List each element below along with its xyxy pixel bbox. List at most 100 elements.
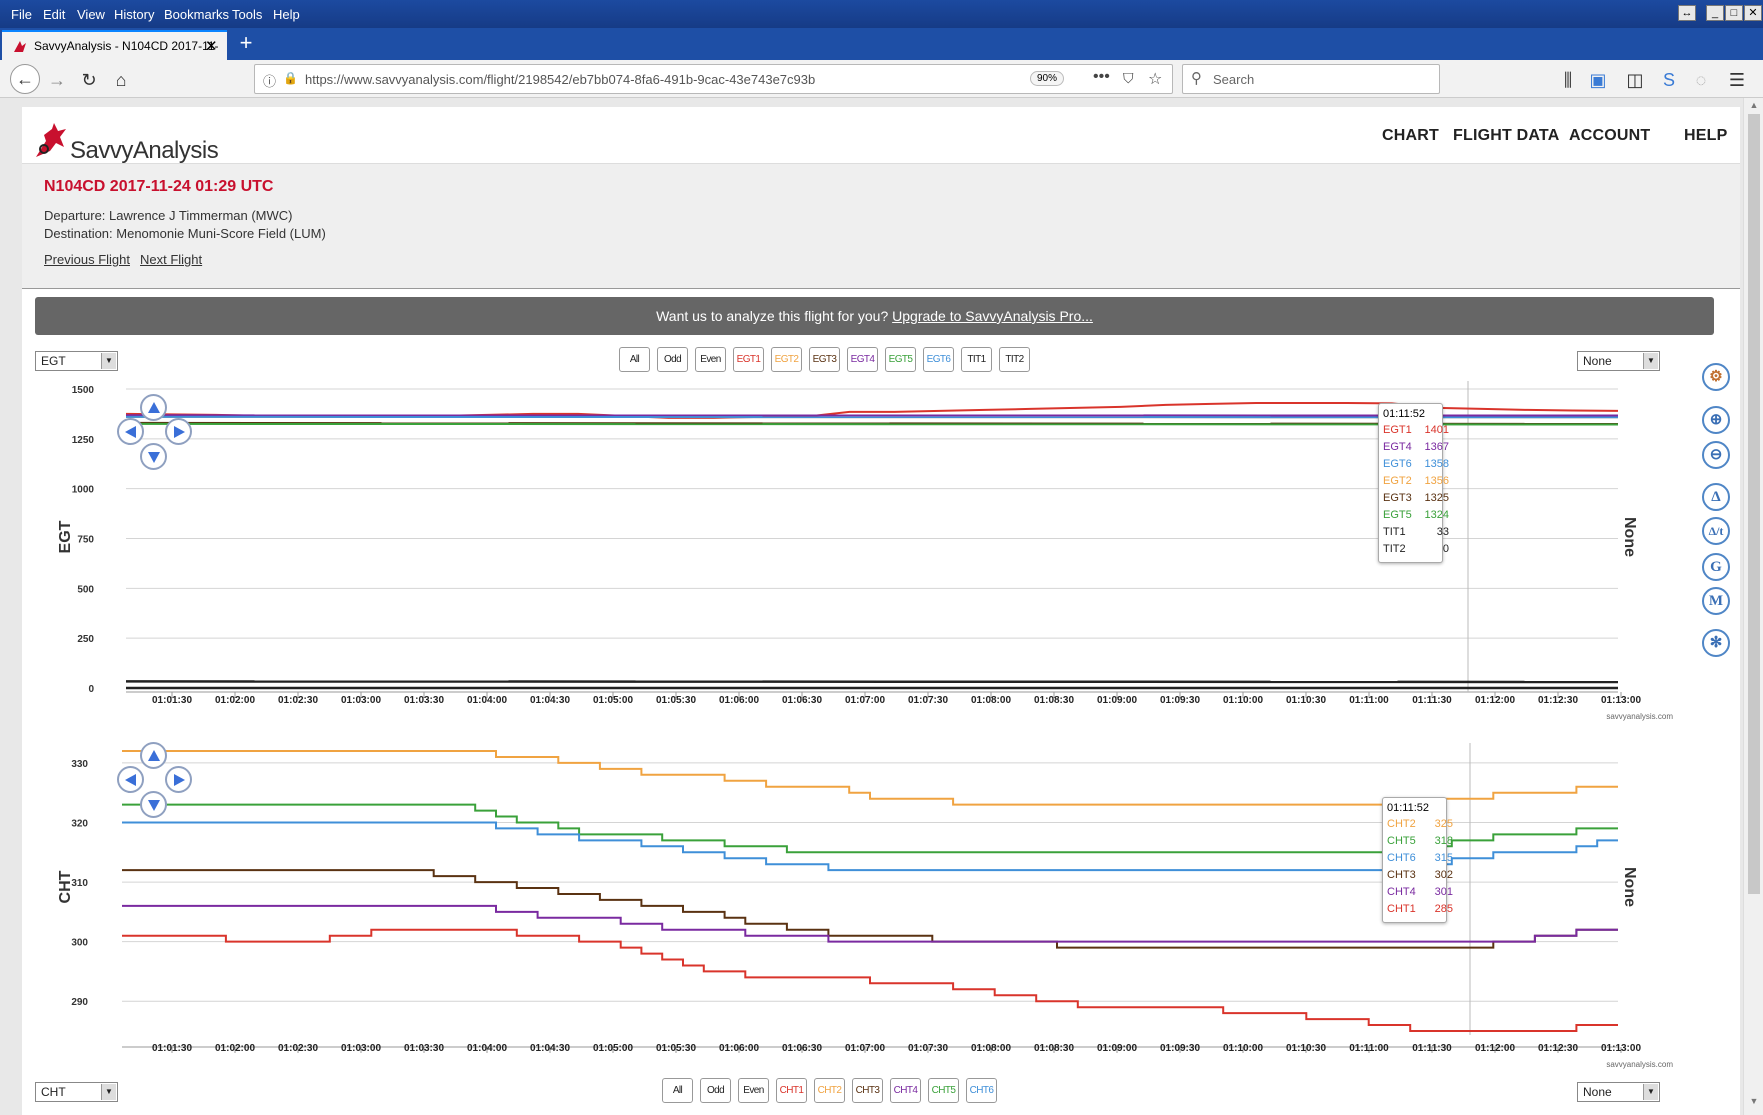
- cht-tooltip-series-name: CHT1: [1387, 903, 1416, 915]
- library-icon[interactable]: ⫼: [1555, 67, 1581, 93]
- y-axis-title: CHT: [57, 870, 74, 903]
- scroll-down-icon[interactable]: ▼: [1748, 1096, 1760, 1108]
- x-tick-label: 01:02:30: [278, 695, 318, 706]
- extension-badge-icon[interactable]: ▣: [1585, 67, 1611, 93]
- maximize-icon[interactable]: □: [1725, 5, 1743, 21]
- bookmark-star-icon[interactable]: ☆: [1148, 69, 1162, 89]
- reload-icon[interactable]: ↻: [76, 67, 102, 93]
- forward-arrow-icon[interactable]: →: [44, 67, 70, 93]
- x-tick-label: 01:11:00: [1349, 695, 1389, 706]
- x-tick-label: 01:03:30: [404, 695, 444, 706]
- menu-history[interactable]: History: [114, 7, 154, 22]
- menu-tools[interactable]: Tools: [232, 7, 262, 22]
- home-icon[interactable]: ⌂: [108, 67, 134, 93]
- minimize-icon[interactable]: _: [1706, 5, 1724, 21]
- savvy-favicon-icon: [14, 41, 26, 52]
- y-tick-label: 300: [71, 938, 88, 949]
- y-tick-label: 290: [71, 997, 88, 1008]
- new-tab-button[interactable]: +: [234, 30, 258, 58]
- window-close-icon[interactable]: ✕: [1744, 5, 1762, 21]
- search-input[interactable]: Search: [1213, 72, 1254, 87]
- x-tick-label: 01:13:00: [1601, 1043, 1641, 1054]
- x-tick-label: 01:12:30: [1538, 695, 1578, 706]
- x-tick-label: 01:02:30: [278, 1043, 318, 1054]
- restore-size-icon[interactable]: ↔: [1678, 5, 1696, 21]
- x-tick-label: 01:06:00: [719, 1043, 759, 1054]
- cht-tooltip-series-name: CHT3: [1387, 869, 1416, 881]
- x-tick-label: 01:09:30: [1160, 695, 1200, 706]
- y2-axis-title: None: [1621, 867, 1638, 907]
- url-bar[interactable]: ⓘ 🔒 https://www.savvyanalysis.com/flight…: [254, 64, 1173, 94]
- x-tick-label: 01:06:00: [719, 695, 759, 706]
- settings-gear-icon[interactable]: ✻: [1702, 629, 1730, 657]
- cht-pan-up-button[interactable]: [140, 742, 167, 769]
- arrow-up-icon: [148, 750, 160, 761]
- zoom-in-icon[interactable]: ⊕: [1702, 406, 1730, 434]
- egt-tooltip: 01:11:52 EGT1 1401 EGT4 1367 EGT6 1358 EGT2 135…: [1378, 403, 1449, 563]
- x-tick-label: 01:08:00: [971, 695, 1011, 706]
- info-icon[interactable]: ⓘ: [263, 71, 276, 90]
- menu-edit[interactable]: Edit: [43, 7, 65, 22]
- active-tab[interactable]: SavvyAnalysis - N104CD 2017-11- ✕: [2, 30, 227, 60]
- egt-tooltip-series-value: 33: [1436, 526, 1449, 538]
- savvy-badge-icon[interactable]: ⚙: [1702, 363, 1730, 391]
- menu-help[interactable]: Help: [273, 7, 300, 22]
- delta-time-tool-icon[interactable]: Δ/t: [1702, 517, 1730, 545]
- engine-charts[interactable]: 025050075010001250150001:01:30 01:02:00 01…: [22, 107, 1740, 1115]
- tab-close-icon[interactable]: ✕: [205, 37, 218, 55]
- chart-credit: savvyanalysis.com: [1606, 712, 1673, 721]
- menu-bar: File Edit View History Bookmarks Tools H…: [0, 0, 1763, 28]
- page-scrollbar[interactable]: ▲ ▼: [1743, 98, 1763, 1115]
- egt-pan-up-button[interactable]: [140, 394, 167, 421]
- menu-bookmarks[interactable]: Bookmarks: [164, 7, 229, 22]
- x-tick-label: 01:12:30: [1538, 1043, 1578, 1054]
- cht-tooltip-row: CHT3 302: [1387, 867, 1453, 884]
- x-tick-label: 01:02:00: [215, 695, 255, 706]
- x-tick-label: 01:08:00: [971, 1043, 1011, 1054]
- scroll-thumb[interactable]: [1748, 114, 1760, 894]
- egt-tooltip-series-name: EGT1: [1383, 424, 1412, 436]
- series-line-cht1: [122, 928, 1618, 1032]
- pocket-icon[interactable]: ⛉: [1123, 70, 1134, 87]
- egt-tooltip-row: EGT1 1401: [1383, 422, 1449, 439]
- x-tick-label: 01:11:00: [1349, 1043, 1389, 1054]
- arrow-up-icon: [148, 402, 160, 413]
- zoom-out-icon[interactable]: ⊖: [1702, 441, 1730, 469]
- search-bar[interactable]: ⚲ Search: [1182, 64, 1440, 94]
- sync-extension-icon[interactable]: S: [1656, 67, 1682, 93]
- cht-tooltip-series-value: 318: [1434, 835, 1453, 847]
- tab-bar: SavvyAnalysis - N104CD 2017-11- ✕ +: [0, 28, 1763, 60]
- marker-tool-icon[interactable]: M: [1702, 587, 1730, 615]
- egt-tooltip-series-name: EGT6: [1383, 458, 1412, 470]
- cht-pan-right-button[interactable]: [165, 766, 192, 793]
- navigation-toolbar: ← → ↻ ⌂ ⓘ 🔒 https://www.savvyanalysis.co…: [0, 60, 1763, 98]
- scroll-up-icon[interactable]: ▲: [1748, 100, 1760, 112]
- egt-pan-right-button[interactable]: [165, 418, 192, 445]
- egt-tooltip-row: EGT5 1324: [1383, 507, 1449, 524]
- chart-credit: savvyanalysis.com: [1606, 1060, 1673, 1069]
- gami-tool-icon[interactable]: G: [1702, 553, 1730, 581]
- cht-pan-down-button[interactable]: [140, 791, 167, 818]
- url-text[interactable]: https://www.savvyanalysis.com/flight/219…: [305, 72, 815, 87]
- hamburger-menu-icon[interactable]: ☰: [1724, 67, 1750, 93]
- cht-tooltip-series-name: CHT4: [1387, 886, 1416, 898]
- cht-tooltip-series-value: 302: [1434, 869, 1453, 881]
- page-actions-icon[interactable]: •••: [1093, 68, 1110, 86]
- x-tick-label: 01:09:00: [1097, 695, 1137, 706]
- back-arrow-icon[interactable]: ←: [10, 64, 40, 94]
- delta-tool-icon[interactable]: Δ: [1702, 483, 1730, 511]
- sidebar-icon[interactable]: ◫: [1622, 67, 1648, 93]
- x-tick-label: 01:07:30: [908, 695, 948, 706]
- cht-pan-left-button[interactable]: [117, 766, 144, 793]
- zoom-badge[interactable]: 90%: [1030, 71, 1065, 86]
- menu-file[interactable]: File: [11, 7, 32, 22]
- arrow-right-icon: [174, 774, 185, 786]
- egt-pan-down-button[interactable]: [140, 443, 167, 470]
- cht-tooltip-row: CHT2 325: [1387, 816, 1453, 833]
- cht-tooltip-series-name: CHT5: [1387, 835, 1416, 847]
- menu-view[interactable]: View: [77, 7, 105, 22]
- egt-pan-left-button[interactable]: [117, 418, 144, 445]
- tab-title: SavvyAnalysis - N104CD 2017-11-: [34, 39, 219, 53]
- extension-icon[interactable]: ◌: [1688, 67, 1714, 93]
- egt-tooltip-series-name: EGT3: [1383, 492, 1412, 504]
